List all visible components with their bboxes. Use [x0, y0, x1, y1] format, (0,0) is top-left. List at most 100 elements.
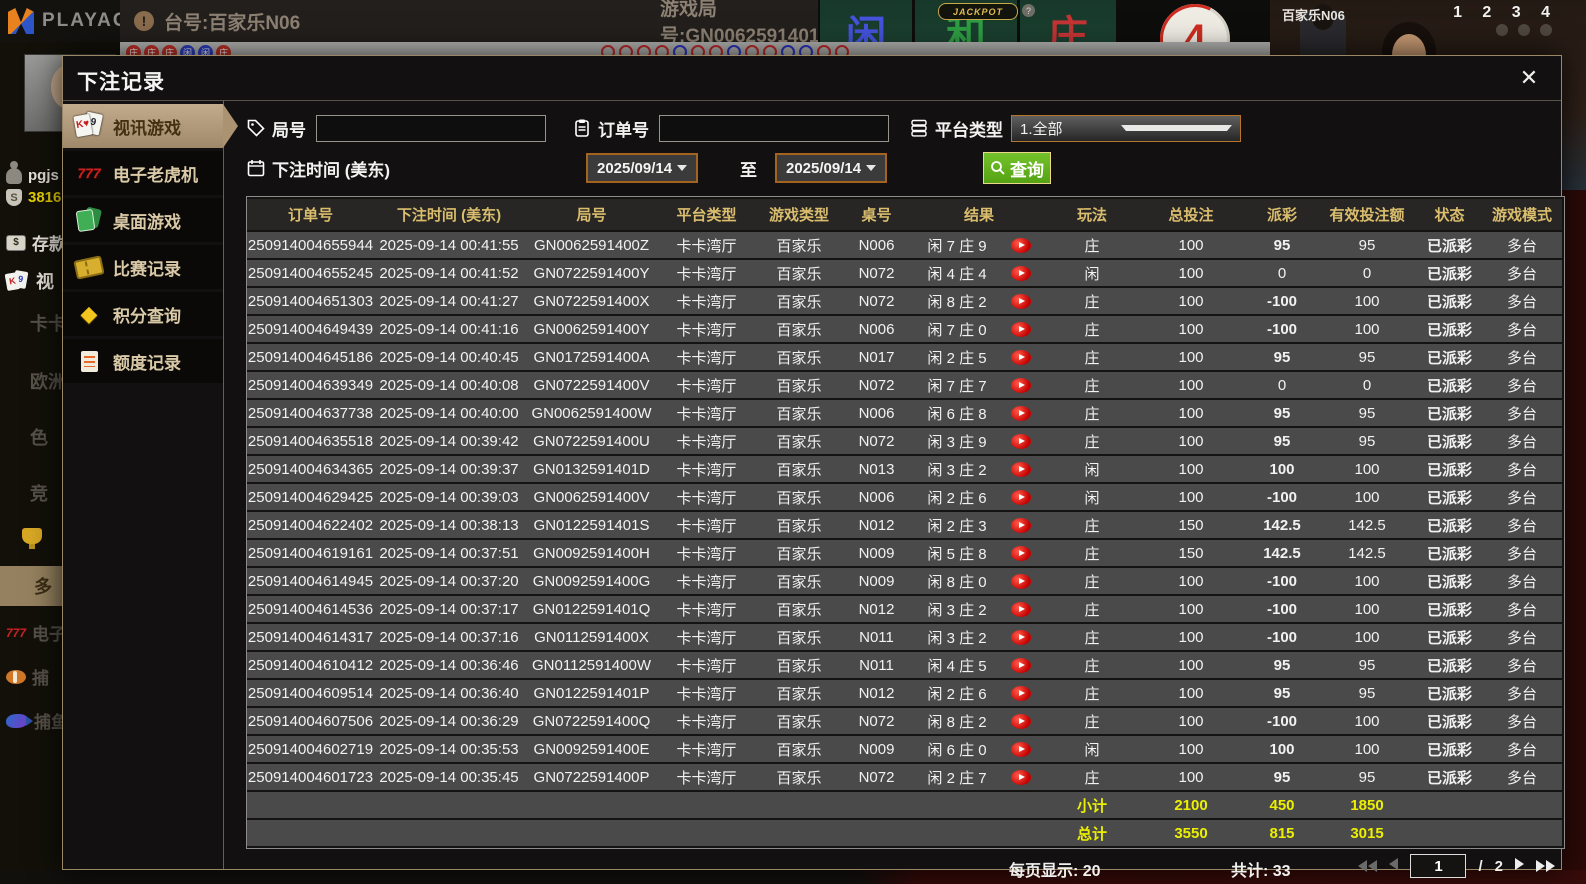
table-row: 250914004610412 2025-09-14 00:36:46 GN01… [247, 652, 1562, 678]
cell-payout: -100 [1247, 624, 1317, 650]
cell-total-bet: 100 [1135, 344, 1247, 370]
bet-zone-banker[interactable]: 庄 [1020, 0, 1116, 42]
replay-play-icon[interactable] [1011, 266, 1031, 281]
replay-play-icon[interactable] [1011, 546, 1031, 561]
cell-result: 闲 3 庄 2 [909, 596, 1049, 622]
cell-play-type: 庄 [1049, 316, 1135, 342]
date-from-picker[interactable]: 2025/09/14 [586, 153, 698, 183]
page-number-box[interactable]: 1 [1410, 854, 1466, 878]
jackpot-help-icon[interactable]: ? [1022, 4, 1035, 17]
sidebar-item-europe[interactable]: 欧洲 [30, 368, 66, 394]
pagination-bar: 每页显示: 20 共计: 33 1 / 2 [246, 851, 1563, 881]
close-icon[interactable]: ✕ [1515, 64, 1543, 92]
countdown-timer: 4 [1160, 4, 1230, 42]
result-text: 闲 2 庄 7 [927, 767, 986, 788]
replay-play-icon[interactable] [1011, 490, 1031, 505]
cell-valid-bet: 100 [1317, 288, 1417, 314]
deposit-button[interactable]: $ 存款 [6, 230, 66, 255]
replay-play-icon[interactable] [1011, 378, 1031, 393]
replay-play-icon[interactable] [1011, 714, 1031, 729]
replay-play-icon[interactable] [1011, 742, 1031, 757]
cell-table: N006 [844, 232, 909, 258]
replay-play-icon[interactable] [1011, 294, 1031, 309]
cell-round: GN0092591400G [524, 568, 659, 594]
cell-round: GN0122591401P [524, 680, 659, 706]
cell-time: 2025-09-14 00:41:16 [374, 316, 524, 342]
cell-game-type: 百家乐 [754, 596, 844, 622]
replay-play-icon[interactable] [1011, 322, 1031, 337]
round-number-input[interactable] [316, 115, 546, 142]
column-header: 订单号 [247, 199, 374, 230]
cell-order: 250914004619161 [247, 540, 374, 566]
sidebar-item-jing[interactable]: 竞 [30, 480, 48, 506]
menu-item-match-records[interactable]: 比赛记录 [63, 245, 223, 289]
sidebar-item-video[interactable]: 9K 视 [6, 268, 54, 294]
result-text: 闲 5 庄 8 [927, 543, 986, 564]
platform-type-select[interactable]: 1.全部 [1011, 115, 1241, 142]
cell-time: 2025-09-14 00:41:52 [374, 260, 524, 286]
cell-platform: 卡卡湾厅 [659, 596, 754, 622]
sidebar-item-se[interactable]: 色 [30, 424, 48, 450]
next-page-button[interactable] [1515, 857, 1524, 875]
sidebar-item-fishing-1[interactable]: 捕 [6, 664, 49, 689]
balance-row: S 3816 [6, 189, 61, 206]
replay-play-icon[interactable] [1011, 658, 1031, 673]
cell-platform: 卡卡湾厅 [659, 316, 754, 342]
first-page-button[interactable] [1358, 860, 1377, 872]
calendar-icon [246, 158, 266, 178]
date-to-picker[interactable]: 2025/09/14 [775, 153, 887, 183]
sidebar-item-fishing-2[interactable]: 捕鱼 [6, 708, 68, 733]
sidebar-item-kaka[interactable]: 卡卡 [30, 310, 66, 336]
cell-platform: 卡卡湾厅 [659, 484, 754, 510]
cell-valid-bet: 100 [1317, 624, 1417, 650]
cell-game-type: 百家乐 [754, 260, 844, 286]
cell-order: 250914004651303 [247, 288, 374, 314]
menu-item-video-games[interactable]: 9K♥ 视讯游戏 [63, 104, 223, 148]
cell-game-type: 百家乐 [754, 764, 844, 790]
replay-play-icon[interactable] [1011, 770, 1031, 785]
cell-result: 闲 2 庄 6 [909, 680, 1049, 706]
replay-play-icon[interactable] [1011, 238, 1031, 253]
replay-play-icon[interactable] [1011, 434, 1031, 449]
cell-game-mode: 多台 [1482, 680, 1562, 706]
last-page-button[interactable] [1536, 860, 1555, 872]
cell-valid-bet: 0 [1317, 372, 1417, 398]
sidebar-item-rewards[interactable] [22, 528, 42, 544]
cards-icon: 9K [6, 271, 30, 291]
camera-numbers[interactable]: 1 2 3 4 [1453, 4, 1558, 22]
cell-status: 已派彩 [1417, 540, 1482, 566]
replay-play-icon[interactable] [1011, 350, 1031, 365]
replay-play-icon[interactable] [1011, 686, 1031, 701]
cell-game-mode: 多台 [1482, 372, 1562, 398]
subtotal-payout: 450 [1247, 792, 1317, 818]
search-button[interactable]: 查询 [983, 152, 1051, 184]
menu-item-table-games[interactable]: 桌面游戏 [63, 198, 223, 242]
replay-play-icon[interactable] [1011, 630, 1031, 645]
replay-play-icon[interactable] [1011, 602, 1031, 617]
username: pgjs [28, 167, 59, 184]
cell-play-type: 庄 [1049, 652, 1135, 678]
menu-item-quota-records[interactable]: 额度记录 [63, 339, 223, 383]
replay-play-icon[interactable] [1011, 462, 1031, 477]
cell-status: 已派彩 [1417, 428, 1482, 454]
menu-item-points-query[interactable]: ◆ 积分查询 [63, 292, 223, 336]
total-valid: 3015 [1317, 820, 1417, 846]
prev-page-button[interactable] [1389, 857, 1398, 875]
menu-item-slots[interactable]: 777 电子老虎机 [63, 151, 223, 195]
order-number-input[interactable] [659, 115, 889, 142]
cell-play-type: 庄 [1049, 540, 1135, 566]
sidebar-item-slots[interactable]: 777 电子 [6, 620, 66, 645]
bet-zone-player[interactable]: 闲 [820, 0, 912, 42]
replay-play-icon[interactable] [1011, 406, 1031, 421]
cell-game-type: 百家乐 [754, 540, 844, 566]
cell-order: 250914004639349 [247, 372, 374, 398]
replay-play-icon[interactable] [1011, 518, 1031, 533]
cell-payout: 142.5 [1247, 512, 1317, 538]
cell-game-mode: 多台 [1482, 484, 1562, 510]
result-text: 闲 6 庄 8 [927, 403, 986, 424]
cell-play-type: 闲 [1049, 736, 1135, 762]
replay-play-icon[interactable] [1011, 574, 1031, 589]
cell-round: GN0062591400V [524, 484, 659, 510]
cell-status: 已派彩 [1417, 232, 1482, 258]
cell-round: GN0722591400Q [524, 708, 659, 734]
